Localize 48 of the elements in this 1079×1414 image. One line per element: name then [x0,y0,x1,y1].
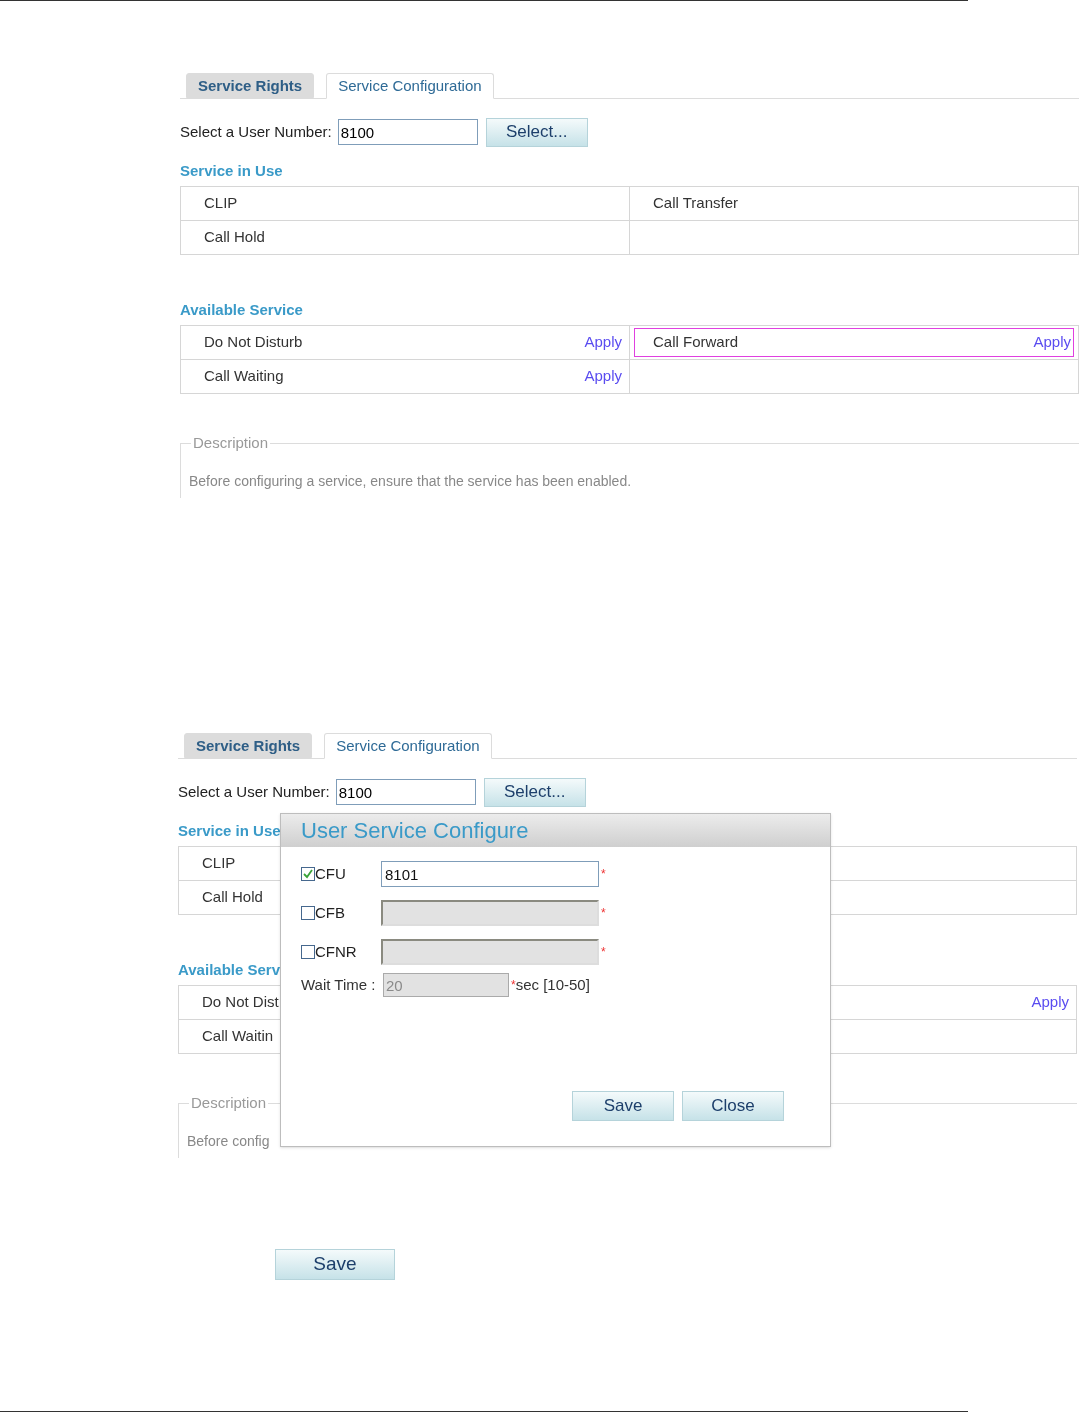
wait-time-label: Wait Time : [301,974,377,995]
section-title: Available Serv [178,961,280,979]
user-number-label: Select a User Number: [180,121,332,142]
service-name: Call Hold [202,887,263,908]
tab[interactable]: Service Rights [186,73,315,98]
required-mark: * [601,866,606,883]
option-label: CFU [315,863,347,884]
service-name: Do Not Dist [202,992,279,1013]
save-button[interactable]: Save [275,1249,395,1280]
tab[interactable]: Service Rights [184,733,313,758]
description-legend: Description [191,432,271,455]
input-field[interactable]: 8101 [381,861,599,887]
apply-link[interactable]: Apply [584,331,622,354]
service-name: Do Not Disturb [204,332,303,353]
service-name: Call Transfer [653,193,739,214]
check-icon [303,869,313,879]
required-mark: * [511,977,516,994]
description-text: Before config [187,1131,271,1151]
apply-link[interactable]: Apply [1033,331,1071,354]
service-name: CLIP [202,853,236,874]
service-name: Call Forward [653,332,739,353]
apply-link[interactable]: Apply [584,365,622,388]
unit-label: sec [10-50] [515,974,590,995]
option-label: CFNR [315,941,358,962]
user-number-field[interactable]: 8100 [337,119,478,145]
checkbox[interactable] [301,867,315,881]
section-title: Service in Use [180,162,283,180]
select-button[interactable]: Select... [485,117,588,147]
required-mark: * [601,905,606,922]
required-mark: * [601,944,606,961]
select-button[interactable]: Select... [483,777,586,807]
dialog-title: User Service Configure [281,814,830,847]
user-number-label: Select a User Number: [178,781,330,802]
option-label: CFB [315,902,346,923]
description-text: Before configuring a service, ensure that the service has been enabled. [189,471,633,491]
service-name: Call Waitin [202,1026,274,1047]
service-name: Call Hold [204,227,265,248]
section-title: Available Service [180,301,303,319]
service-name: CLIP [204,193,238,214]
user-number-field[interactable]: 8100 [335,779,476,805]
tab[interactable]: Service Configuration [326,73,494,99]
dialog-button[interactable]: Close [682,1091,784,1121]
apply-link[interactable]: Apply [1031,991,1069,1014]
section-title: Service in Use [178,822,281,840]
dialog-button[interactable]: Save [572,1091,674,1121]
tab[interactable]: Service Configuration [324,733,492,759]
service-name: Call Waiting [204,366,284,387]
description-legend: Description [189,1092,269,1115]
